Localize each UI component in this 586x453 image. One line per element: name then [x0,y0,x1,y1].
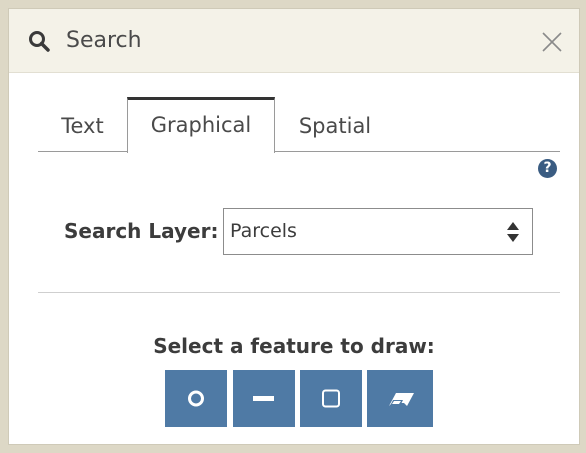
tab-spatial[interactable]: Spatial [275,97,395,152]
square-icon [322,389,340,408]
help-icon[interactable]: ? [538,159,557,178]
draw-circle-button[interactable] [165,370,227,427]
section-divider [38,292,560,293]
circle-icon [188,390,204,407]
draw-rectangle-button[interactable] [300,370,362,427]
search-layer-select[interactable]: Parcels [223,208,533,255]
search-tabs: Text Graphical Spatial [38,97,560,153]
line-icon [253,396,274,401]
search-layer-label: Search Layer: [64,219,219,243]
draw-feature-label: Select a feature to draw: [153,334,435,358]
panel-title: Search [66,28,142,53]
erase-button[interactable] [367,370,433,427]
eraser-icon [389,393,414,406]
search-icon [28,30,50,52]
search-layer-value: Parcels [230,220,297,242]
search-panel: Search Text Graphical Spatial ? Search L… [8,8,580,445]
close-icon[interactable] [541,31,563,53]
tab-graphical[interactable]: Graphical [127,97,275,153]
tab-text[interactable]: Text [38,97,127,152]
panel-header: Search [9,9,579,73]
draw-line-button[interactable] [233,370,295,427]
select-arrows-icon [506,221,520,243]
